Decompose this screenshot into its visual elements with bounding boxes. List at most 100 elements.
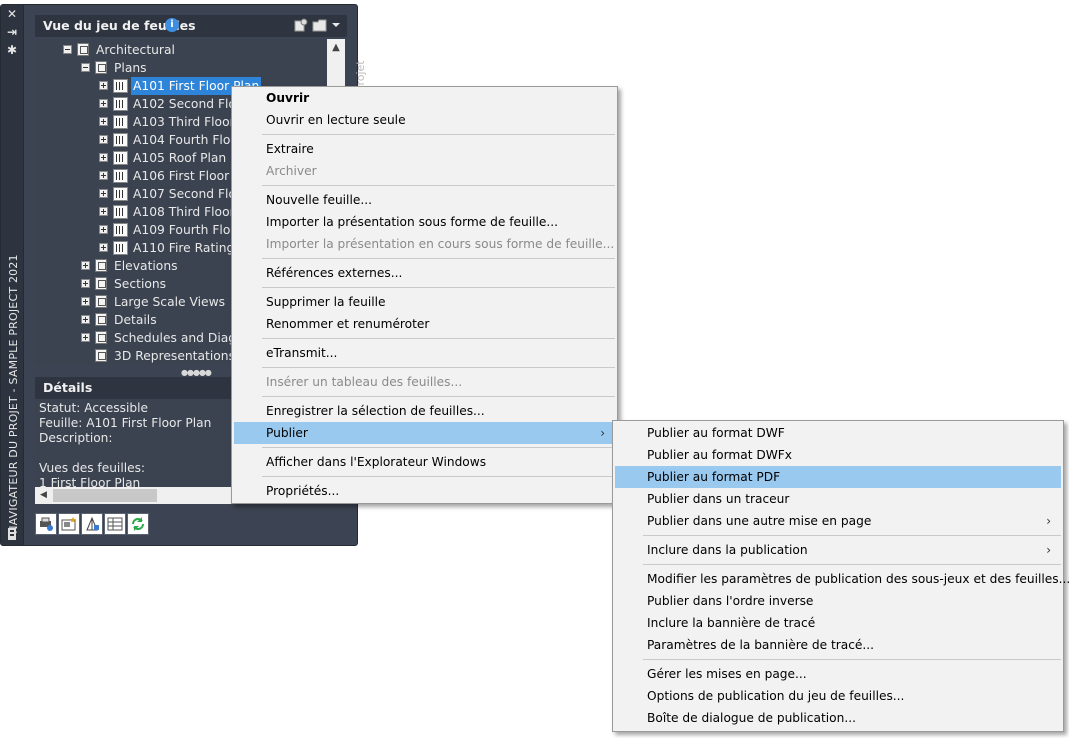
tree-item-label: Large Scale Views	[114, 295, 226, 309]
menu-item-parametres-de-la-banniere-de-trace[interactable]: Paramètres de la bannière de tracé...	[615, 634, 1061, 656]
menu-item-publier-dans-l-ordre-inverse[interactable]: Publier dans l'ordre inverse	[615, 590, 1061, 612]
collapse-icon[interactable]	[63, 45, 72, 54]
publish-plotter-icon[interactable]	[35, 513, 57, 535]
menu-separator	[262, 338, 615, 339]
menu-item-references-externes[interactable]: Références externes...	[234, 262, 615, 284]
menu-separator	[262, 258, 615, 259]
new-sheet-icon[interactable]	[58, 513, 80, 535]
subset-item[interactable]: Architectural	[35, 41, 335, 59]
menu-item-etransmit[interactable]: eTransmit...	[234, 342, 615, 364]
subset-icon	[95, 331, 107, 344]
menu-item-label: Ouvrir en lecture seule	[266, 113, 406, 127]
autohide-icon[interactable]: ⇥	[5, 25, 19, 39]
menu-item-publier-au-format-dwf[interactable]: Publier au format DWF	[615, 422, 1061, 444]
menu-item-label: Ouvrir	[266, 91, 310, 105]
menu-item-boite-de-dialogue-de-publication[interactable]: Boîte de dialogue de publication...	[615, 707, 1061, 729]
subset-icon	[95, 259, 107, 272]
sheet-icon	[113, 133, 128, 147]
menu-item-renommer-et-renumeroter[interactable]: Renommer et renuméroter	[234, 313, 615, 335]
sheet-context-menu: Ouvrir Ouvrir en lecture seule Extraire Arc…	[231, 86, 618, 504]
scroll-up-icon[interactable]: ▲	[327, 39, 345, 57]
tab-projet[interactable]: Projet	[354, 40, 368, 92]
chevron-down-icon[interactable]	[331, 20, 341, 30]
expand-icon[interactable]	[99, 81, 108, 90]
menu-item-label: Archiver	[266, 164, 317, 178]
expand-icon[interactable]	[81, 315, 90, 324]
hscroll-thumb[interactable]	[53, 489, 157, 502]
info-icon[interactable]: i	[165, 18, 179, 32]
menu-item-importer-la-presentation-en-cours-sous-forme-de-feuille: Importer la présentation en cours sous f…	[234, 233, 615, 255]
menu-item-afficher-dans-l-explorateur-windows[interactable]: Afficher dans l'Explorateur Windows	[234, 451, 615, 473]
sheet-icon	[113, 187, 128, 201]
expand-icon[interactable]	[81, 333, 90, 342]
tree-item-label: Elevations	[114, 259, 178, 273]
menu-separator	[262, 287, 615, 288]
collapse-icon[interactable]	[81, 63, 90, 72]
menu-item-label: Renommer et renuméroter	[266, 317, 430, 331]
menu-item-label: Publier dans un traceur	[647, 492, 790, 506]
menu-item-label: Publier	[266, 426, 308, 440]
sheet-list-icon[interactable]	[104, 513, 126, 535]
detail-views-label: Vues des feuilles:	[39, 461, 146, 475]
menu-item-publier-dans-un-traceur[interactable]: Publier dans un traceur	[615, 488, 1061, 510]
menu-item-supprimer-la-feuille[interactable]: Supprimer la feuille	[234, 291, 615, 313]
expand-icon[interactable]	[99, 153, 108, 162]
menu-item-modifier-les-parametres-de-publication-des-sous-jeux-et-des-feuilles[interactable]: Modifier les paramètres de publication d…	[615, 568, 1069, 590]
menu-item-label: Publier dans une autre mise en page	[647, 514, 872, 528]
expand-icon[interactable]	[81, 279, 90, 288]
menu-item-extraire[interactable]: Extraire	[234, 138, 615, 160]
menu-item-options-de-publication-du-jeu-de-feuilles[interactable]: Options de publication du jeu de feuille…	[615, 685, 1061, 707]
header-tools	[294, 18, 341, 32]
menu-separator	[262, 134, 615, 135]
menu-item-label: Nouvelle feuille...	[266, 193, 372, 207]
menu-item-importer-la-presentation-sous-forme-de-feuille[interactable]: Importer la présentation sous forme de f…	[234, 211, 615, 233]
properties-icon[interactable]: ✱	[5, 43, 19, 57]
expand-icon[interactable]	[99, 225, 108, 234]
chevron-right-icon: ›	[1046, 514, 1051, 528]
scroll-left-icon[interactable]: ◀	[35, 487, 52, 504]
menu-item-label: Importer la présentation sous forme de f…	[266, 215, 559, 229]
menu-item-publier-au-format-dwfx[interactable]: Publier au format DWFx	[615, 444, 1061, 466]
refresh-icon[interactable]	[127, 513, 149, 535]
expand-icon[interactable]	[99, 243, 108, 252]
tree-item-label: A104 Fourth Floor	[133, 133, 243, 147]
publish-icon[interactable]	[81, 513, 103, 535]
menu-item-inclure-la-banniere-de-trace[interactable]: Inclure la bannière de tracé	[615, 612, 1061, 634]
tree-item-label: A109 Fourth Floor	[133, 223, 243, 237]
menu-item-nouvelle-feuille[interactable]: Nouvelle feuille...	[234, 189, 615, 211]
detail-views-first: 1 First Floor Plan	[39, 476, 141, 487]
sheet-icon	[113, 79, 128, 93]
menu-item-enregistrer-la-selection-de-feuilles[interactable]: Enregistrer la sélection de feuilles...	[234, 400, 615, 422]
tree-item-label: A105 Roof Plan	[133, 151, 227, 165]
menu-item-publier[interactable]: Publier ›	[234, 422, 615, 444]
sheet-set-open-icon[interactable]	[294, 18, 308, 32]
expand-icon[interactable]	[99, 135, 108, 144]
expand-icon[interactable]	[99, 171, 108, 180]
subset-icon	[95, 295, 107, 308]
expand-icon[interactable]	[81, 297, 90, 306]
details-title: Détails	[43, 380, 93, 395]
menu-item-ouvrir[interactable]: Ouvrir	[234, 87, 615, 109]
menu-item-publier-dans-une-autre-mise-en-page[interactable]: Publier dans une autre mise en page ›	[615, 510, 1061, 532]
palette-title: NAVIGATEUR DU PROJET - SAMPLE PROJECT 20…	[7, 254, 20, 534]
menu-item-label: Afficher dans l'Explorateur Windows	[266, 455, 487, 469]
expand-icon[interactable]	[99, 207, 108, 216]
menu-item-inclure-dans-la-publication[interactable]: Inclure dans la publication ›	[615, 539, 1061, 561]
expand-icon[interactable]	[99, 117, 108, 126]
expand-icon[interactable]	[81, 261, 90, 270]
expand-icon[interactable]	[99, 189, 108, 198]
menu-item-label: Publier dans l'ordre inverse	[647, 594, 814, 608]
menu-separator	[262, 476, 615, 477]
subset-item[interactable]: Plans	[35, 59, 335, 77]
sheet-icon	[113, 205, 128, 219]
menu-item-proprietes[interactable]: Propriétés...	[234, 480, 615, 502]
detail-sheet: Feuille: A101 First Floor Plan	[39, 416, 212, 430]
menu-item-ouvrir-en-lecture-seule[interactable]: Ouvrir en lecture seule	[234, 109, 615, 131]
menu-item-publier-au-format-pdf[interactable]: Publier au format PDF	[615, 466, 1061, 488]
menu-item-label: Supprimer la feuille	[266, 295, 386, 309]
sheet-icon	[113, 223, 128, 237]
folder-icon[interactable]	[312, 19, 327, 32]
close-icon[interactable]: ✕	[5, 7, 19, 21]
menu-item-gerer-les-mises-en-page[interactable]: Gérer les mises en page...	[615, 663, 1061, 685]
expand-icon[interactable]	[99, 99, 108, 108]
